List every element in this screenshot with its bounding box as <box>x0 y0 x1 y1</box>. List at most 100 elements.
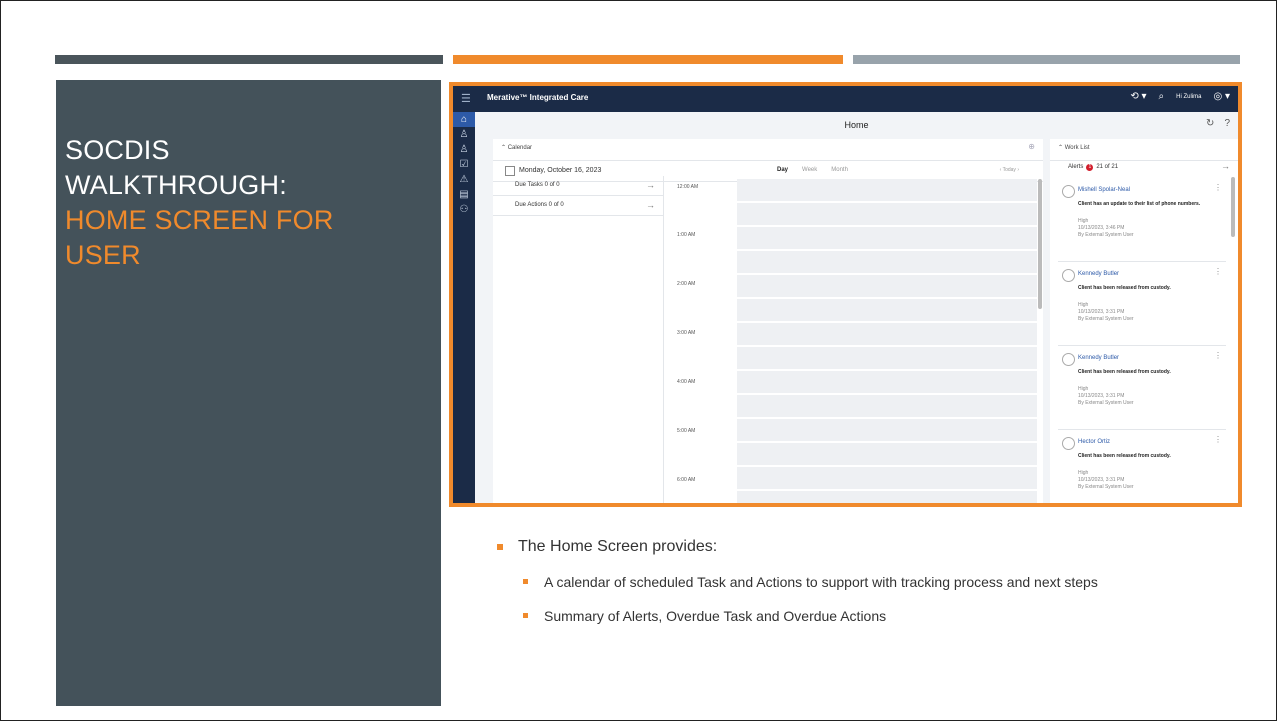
time-label: 4:00 AM <box>677 379 696 385</box>
time-label: 1:00 AM <box>677 232 696 238</box>
header-icons: ↻ ? <box>1206 118 1230 129</box>
time-label: 5:00 AM <box>677 428 696 434</box>
alerts-label: Alerts <box>1068 164 1084 170</box>
refresh-icon[interactable]: ↻ <box>1206 118 1214 129</box>
bullet-list: The Home Screen provides: A calendar of … <box>497 538 1217 640</box>
app-sidebar: ⌂ ♙ ♙ ☑ ⚠ ▤ ⚇ <box>453 112 475 503</box>
due-tasks[interactable]: Due Tasks 0 of 0 → <box>493 176 663 196</box>
arrow-right-icon[interactable]: → <box>646 180 655 190</box>
title-accent-1: HOME SCREEN FOR <box>65 205 334 235</box>
worklist-scrollbar[interactable] <box>1231 177 1235 237</box>
alert-time: 10/13/2023, 3:31 PM <box>1078 393 1125 399</box>
alert-card[interactable]: Mishell Spolar-Neal ⋮ Client has an upda… <box>1058 178 1226 262</box>
kebab-menu-icon[interactable]: ⋮ <box>1214 183 1222 192</box>
checklist-icon[interactable]: ☑ <box>453 157 475 172</box>
alert-meta: High 10/13/2023, 3:31 PM By External Syste… <box>1078 386 1134 407</box>
alert-by: By External System User <box>1078 232 1134 238</box>
alert-message: Client has been released from custody. <box>1078 369 1171 375</box>
help-icon[interactable]: ? <box>1224 118 1230 129</box>
menu-icon[interactable]: ☰ <box>461 92 471 105</box>
today-button[interactable]: ‹ Today › <box>1000 167 1019 173</box>
alert-card[interactable]: Hector Ortiz ⋮ Client has been released … <box>1058 430 1226 503</box>
kebab-menu-icon[interactable]: ⋮ <box>1214 435 1222 444</box>
worklist-label: Work List <box>1064 145 1090 151</box>
alerts-range: 21 of 21 <box>1096 164 1119 170</box>
bullet-main: The Home Screen provides: <box>497 538 1217 556</box>
due-actions-label: Due Actions 0 of 0 <box>515 202 564 208</box>
search-icon[interactable]: ⌕ <box>1159 91 1165 102</box>
alerts-badge: 1 <box>1086 164 1094 171</box>
alert-meta: High 10/13/2023, 3:46 PM By External Syste… <box>1078 218 1134 239</box>
calendar-icon[interactable] <box>505 166 515 176</box>
alert-by: By External System User <box>1078 316 1134 322</box>
alert-meta: High 10/13/2023, 3:31 PM By External Syste… <box>1078 302 1134 323</box>
app-brand: Merative™ Integrated Care <box>487 93 589 102</box>
time-label: 3:00 AM <box>677 330 696 336</box>
view-month[interactable]: Month <box>831 167 848 173</box>
due-tasks-label: Due Tasks 0 of 0 <box>515 182 560 188</box>
avatar-icon <box>1062 437 1075 450</box>
arrow-right-icon[interactable]: → <box>646 200 655 210</box>
user-greeting: Hi Zulima <box>1176 93 1202 100</box>
alert-priority: High <box>1078 386 1089 392</box>
avatar-icon <box>1062 353 1075 366</box>
app-topbar: ☰ Merative™ Integrated Care ⟲ ▾ ⌕ Hi Zul… <box>453 86 1238 112</box>
title-accent-2: USER <box>65 240 141 270</box>
calendar-header[interactable]: ⌃ Calendar ⊕ <box>493 139 1043 161</box>
alert-name[interactable]: Kennedy Butler <box>1078 355 1119 361</box>
due-actions[interactable]: Due Actions 0 of 0 → <box>493 196 663 216</box>
alert-meta: High 10/13/2023, 3:31 PM By External Syste… <box>1078 470 1134 491</box>
alert-by: By External System User <box>1078 400 1134 406</box>
alert-by: By External System User <box>1078 484 1134 490</box>
warning-icon[interactable]: ⚠ <box>453 172 475 187</box>
title-line-2: WALKTHROUGH: <box>65 170 287 200</box>
day-grid[interactable] <box>737 179 1037 503</box>
view-switcher: Day Week Month <box>777 167 848 173</box>
slide-title: SOCDIS WALKTHROUGH: HOME SCREEN FOR USER <box>65 133 425 273</box>
time-label: 12:00 AM <box>677 184 699 190</box>
alert-name[interactable]: Mishell Spolar-Neal <box>1078 187 1130 193</box>
avatar-icon <box>1062 269 1075 282</box>
header-bar-gray <box>853 55 1240 64</box>
view-day[interactable]: Day <box>777 167 788 173</box>
alert-card[interactable]: Kennedy Butler ⋮ Client has been release… <box>1058 346 1226 430</box>
calendar-label: Calendar <box>507 145 533 151</box>
title-panel: SOCDIS WALKTHROUGH: HOME SCREEN FOR USER <box>56 80 441 706</box>
alert-priority: High <box>1078 470 1089 476</box>
due-column: Due Tasks 0 of 0 → Due Actions 0 of 0 → <box>493 176 664 503</box>
kebab-menu-icon[interactable]: ⋮ <box>1214 351 1222 360</box>
kebab-menu-icon[interactable]: ⋮ <box>1214 267 1222 276</box>
calendar-scrollbar[interactable] <box>1038 179 1042 309</box>
worklist-panel: ⌃ Work List Alerts 1 21 of 21 → Mishell Spo… <box>1050 139 1238 503</box>
history-icon[interactable]: ⟲ ▾ <box>1130 91 1146 102</box>
calendar-date: Monday, October 16, 2023 <box>519 167 602 174</box>
header-bar-dark <box>55 55 443 64</box>
alerts-header[interactable]: Alerts 1 21 of 21 → <box>1050 161 1238 178</box>
worklist-header[interactable]: ⌃ Work List <box>1050 139 1238 161</box>
alert-priority: High <box>1078 302 1089 308</box>
time-label: 6:00 AM <box>677 477 696 483</box>
home-header: Home ↻ ? <box>475 112 1238 139</box>
add-icon[interactable]: ⊕ <box>1028 142 1035 151</box>
title-line-1: SOCDIS <box>65 135 170 165</box>
person-icon[interactable]: ♙ <box>453 127 475 142</box>
alert-name[interactable]: Hector Ortiz <box>1078 439 1110 445</box>
alert-name[interactable]: Kennedy Butler <box>1078 271 1119 277</box>
alert-time: 10/13/2023, 3:31 PM <box>1078 477 1125 483</box>
clipboard-icon[interactable]: ▤ <box>453 187 475 202</box>
home-icon[interactable]: ⌂ <box>453 112 475 127</box>
arrow-right-icon[interactable]: → <box>1221 161 1230 171</box>
alert-message: Client has been released from custody. <box>1078 285 1171 291</box>
group-icon[interactable]: ⚇ <box>453 202 475 217</box>
view-week[interactable]: Week <box>802 167 817 173</box>
alert-message: Client has been released from custody. <box>1078 453 1171 459</box>
user-avatar-icon[interactable]: ◎ ▾ <box>1213 91 1230 102</box>
header-bar-orange <box>453 55 843 64</box>
bullet-sub-2: Summary of Alerts, Overdue Task and Over… <box>497 606 1217 626</box>
alert-message: Client has an update to their list of ph… <box>1078 201 1201 207</box>
alert-time: 10/13/2023, 3:46 PM <box>1078 225 1125 231</box>
time-column: 12:00 AM 1:00 AM 2:00 AM 3:00 AM 4:00 AM… <box>669 176 729 503</box>
people-icon[interactable]: ♙ <box>453 142 475 157</box>
alert-priority: High <box>1078 218 1089 224</box>
alert-card[interactable]: Kennedy Butler ⋮ Client has been release… <box>1058 262 1226 346</box>
